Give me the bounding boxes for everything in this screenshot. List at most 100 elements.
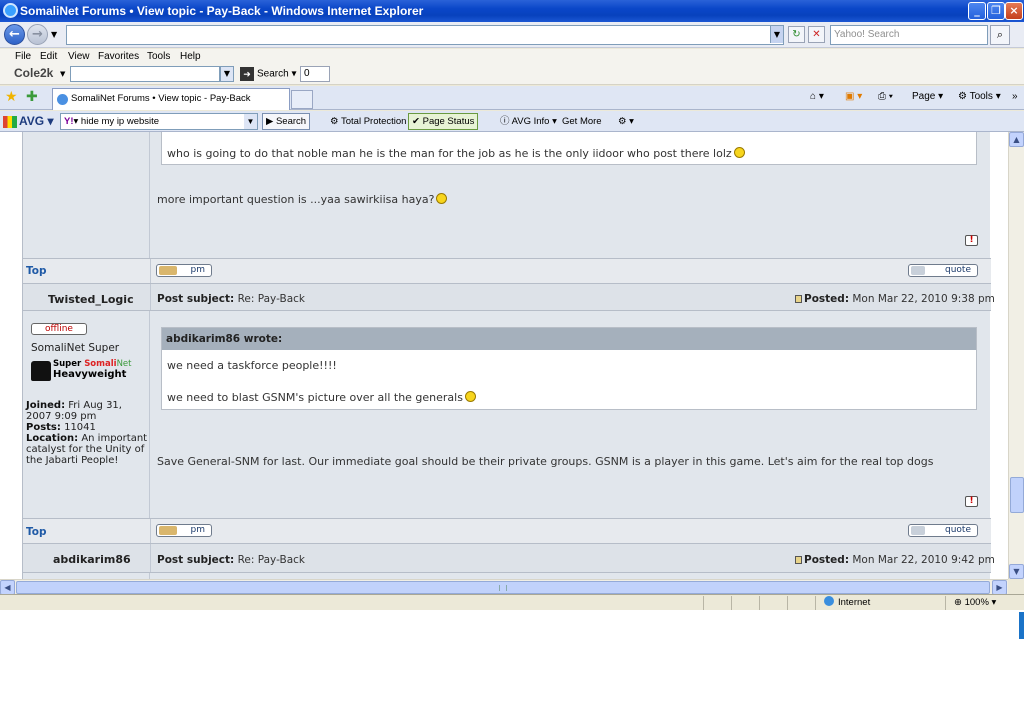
quote-icon xyxy=(911,526,925,535)
forward-button[interactable]: → xyxy=(27,24,48,45)
rank-image: Super SomaliNet Heavyweight xyxy=(31,359,141,383)
tshirt-icon xyxy=(31,361,51,381)
horizontal-scroll-thumb[interactable] xyxy=(16,581,990,594)
smiley-icon xyxy=(733,147,745,158)
scroll-down-icon[interactable]: ▼ xyxy=(1009,564,1024,579)
top-link[interactable]: Top xyxy=(26,526,47,538)
scroll-up-icon[interactable]: ▲ xyxy=(1009,132,1024,147)
minimize-button[interactable]: _ xyxy=(968,2,986,20)
divider xyxy=(150,259,151,283)
cole2k-counter[interactable]: 0 xyxy=(300,66,330,82)
tab-bar: ★ ✚ SomaliNet Forums • View topic - Pay-… xyxy=(0,86,1024,110)
avg-search-button[interactable]: ▶ Search xyxy=(262,113,311,130)
page-status-button[interactable]: ✔ Page Status xyxy=(408,113,479,130)
scroll-left-icon[interactable]: ◀ xyxy=(0,580,15,595)
post2-subject: Post subject: Re: Pay-Back xyxy=(157,293,305,305)
post1-quote: who is going to do that noble man he is … xyxy=(161,132,977,165)
status-cell xyxy=(703,596,731,610)
menu-help[interactable]: Help xyxy=(180,51,201,62)
menu-view[interactable]: View xyxy=(68,51,90,62)
quote-author: abdikarim86 wrote: xyxy=(162,328,976,350)
title-bar: SomaliNet Forums • View topic - Pay-Back… xyxy=(0,0,1024,22)
menu-edit[interactable]: Edit xyxy=(40,51,57,62)
tools-menu[interactable]: ⚙ Tools ▾ xyxy=(958,91,1001,102)
divider xyxy=(150,519,151,543)
cole2k-dropdown-icon[interactable]: ▼ xyxy=(220,66,234,82)
get-more-button[interactable]: Get More xyxy=(558,113,606,130)
menu-favorites[interactable]: Favorites xyxy=(98,51,139,62)
globe-icon xyxy=(824,596,834,606)
status-cell xyxy=(759,596,787,610)
post1-quote-text: who is going to do that noble man he is … xyxy=(167,147,745,160)
avg-options-icon[interactable]: ⚙ ▾ xyxy=(614,113,638,130)
search-input[interactable]: Yahoo! Search xyxy=(830,25,988,45)
history-dropdown-icon[interactable]: ▼ xyxy=(51,30,57,39)
ie-logo-icon xyxy=(3,3,18,18)
search-icon[interactable]: ⌕ xyxy=(990,25,1010,45)
post2-author[interactable]: Twisted_Logic xyxy=(48,293,134,306)
avg-toolbar: AVG ▾ Y!▾ hide my ip website ▼ ▶ Search … xyxy=(0,111,1024,132)
address-dropdown-icon[interactable]: ▼ xyxy=(770,26,783,43)
go-arrow-icon: ➜ xyxy=(240,67,254,81)
online-status-badge: offline xyxy=(31,323,87,335)
feeds-icon[interactable]: ▣ ▾ xyxy=(845,91,862,102)
maximize-button[interactable]: ❐ xyxy=(987,2,1005,20)
post1-author-panel xyxy=(23,132,150,258)
avg-flag-icon xyxy=(3,115,17,128)
quote-button[interactable]: quote xyxy=(908,524,978,537)
cole2k-logo[interactable]: Cole2k xyxy=(14,66,53,80)
status-cell xyxy=(731,596,759,610)
add-favorites-icon[interactable]: ✚ xyxy=(26,89,38,105)
cole2k-menu-icon[interactable]: ▼ xyxy=(60,70,65,78)
post3-author[interactable]: abdikarim86 xyxy=(53,553,131,566)
yahoo-icon: Y! xyxy=(64,116,74,127)
browser-window: SomaliNet Forums • View topic - Pay-Back… xyxy=(0,0,1024,610)
zoom-level[interactable]: ⊕ 100% ▾ xyxy=(945,596,1024,610)
quote-icon xyxy=(911,266,925,275)
page-margin xyxy=(0,132,22,579)
home-icon[interactable]: ⌂ ▾ xyxy=(810,91,824,102)
horizontal-scrollbar[interactable]: ◀ ▶ xyxy=(0,579,1008,595)
report-post-icon[interactable]: ! xyxy=(965,496,978,507)
address-input[interactable] xyxy=(66,25,784,45)
menu-file[interactable]: File xyxy=(15,51,31,62)
zoom-icon: ⊕ xyxy=(954,597,962,608)
post-link-icon[interactable] xyxy=(795,556,802,564)
avg-logo[interactable]: AVG ▾ xyxy=(3,114,53,128)
vertical-scrollbar[interactable]: ▲ ▼ xyxy=(1008,132,1024,579)
toolbar-overflow-icon[interactable]: » xyxy=(1012,91,1018,102)
post2-quote: abdikarim86 wrote: we need a taskforce p… xyxy=(161,327,977,410)
pm-button[interactable]: pm xyxy=(156,264,212,277)
tab-active[interactable]: SomaliNet Forums • View topic - Pay-Back xyxy=(52,88,290,110)
quote-button[interactable]: quote xyxy=(908,264,978,277)
stop-icon[interactable]: ✕ xyxy=(808,26,825,43)
page-menu[interactable]: Page ▾ xyxy=(912,91,943,102)
top-link[interactable]: Top xyxy=(26,265,47,277)
menu-bar: File Edit View Favorites Tools Help xyxy=(0,49,1024,64)
refresh-icon[interactable]: ↻ xyxy=(788,26,805,43)
post-link-icon[interactable] xyxy=(795,295,802,303)
report-post-icon[interactable]: ! xyxy=(965,235,978,246)
avg-search-input[interactable]: Y!▾ hide my ip website xyxy=(60,113,258,130)
vertical-scroll-thumb[interactable] xyxy=(1010,477,1024,513)
security-zone[interactable]: Internet xyxy=(815,596,945,610)
favorites-star-icon[interactable]: ★ xyxy=(5,89,18,105)
cole2k-search-input[interactable] xyxy=(70,66,220,82)
close-button[interactable]: × xyxy=(1005,2,1023,20)
cole2k-toolbar: Cole2k ▼ ▼ ➜ Search ▾ 0 xyxy=(0,64,1024,85)
cole2k-search-button[interactable]: ➜ Search ▾ xyxy=(240,67,297,81)
pm-icon xyxy=(159,266,177,275)
pm-button[interactable]: pm xyxy=(156,524,212,537)
print-icon[interactable]: ⎙ ▾ xyxy=(878,91,893,102)
post3-subject: Post subject: Re: Pay-Back xyxy=(157,554,305,566)
forum-topic: who is going to do that noble man he is … xyxy=(22,132,995,579)
page-icon xyxy=(57,94,68,105)
scroll-right-icon[interactable]: ▶ xyxy=(992,580,1007,595)
avg-info-button[interactable]: ⓘ AVG Info ▾ xyxy=(496,113,561,130)
new-tab-button[interactable] xyxy=(291,90,313,109)
total-protection-button[interactable]: ⚙ Total Protection xyxy=(326,113,410,130)
pm-icon xyxy=(159,526,177,535)
back-button[interactable]: ← xyxy=(4,24,25,45)
menu-tools[interactable]: Tools xyxy=(147,51,170,62)
avg-search-dropdown-icon[interactable]: ▼ xyxy=(244,114,257,129)
